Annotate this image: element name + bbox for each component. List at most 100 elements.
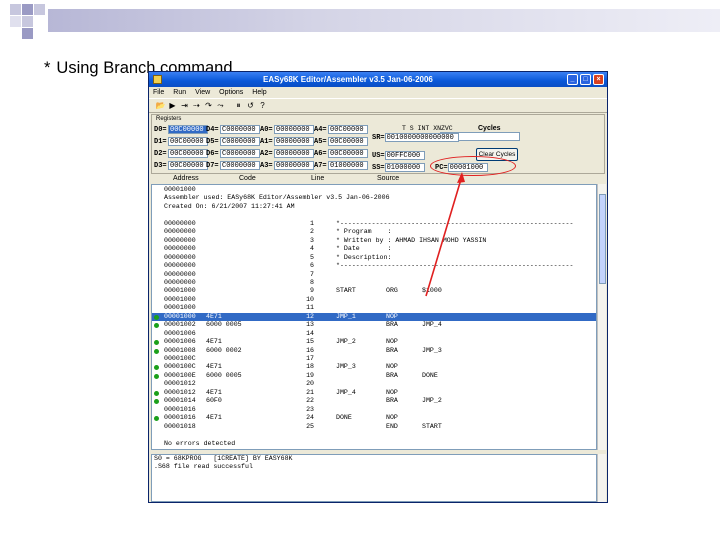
register-label: D0=	[154, 126, 167, 134]
listing-line[interactable]: 00001012 20	[152, 380, 596, 388]
register-value[interactable]: 00000000	[274, 149, 314, 158]
listing-line[interactable]: 00000000 7	[152, 271, 596, 279]
us-value[interactable]: 00FFC000	[384, 151, 425, 160]
register-value[interactable]: 00C00000	[328, 149, 368, 158]
listing-line[interactable]: 00000000 2 * Program :	[152, 228, 596, 236]
listing-line[interactable]: 00001000 10	[152, 296, 596, 304]
listing-addr: No errors detected	[164, 439, 236, 447]
listing-line[interactable]: 00000000 6 *------------------------------…	[152, 262, 596, 270]
breakpoint-dot-icon[interactable]	[154, 323, 159, 329]
menu-item-help[interactable]: Help	[252, 89, 266, 96]
register-d4: D4= C0000000	[206, 125, 268, 134]
column-header-source[interactable]: Source	[377, 174, 399, 184]
slide-header-bar	[48, 9, 720, 32]
register-value[interactable]: 01000000	[328, 161, 368, 170]
listing-line[interactable]: 00001000 9 START ORG $1000	[152, 287, 596, 295]
minimize-button[interactable]: _	[567, 74, 578, 85]
close-button[interactable]: ×	[593, 74, 604, 85]
column-header-code[interactable]: Code	[239, 174, 256, 184]
listing-line[interactable]: 00000000 4 * Date :	[152, 245, 596, 253]
scroll-thumb[interactable]	[599, 194, 606, 284]
step-icon[interactable]: ⇥	[179, 101, 190, 111]
register-value[interactable]: C0000000	[220, 125, 260, 134]
column-header-line[interactable]: Line	[311, 174, 324, 184]
step-over-icon[interactable]: ↷	[203, 101, 214, 111]
register-value[interactable]: 00C00000	[168, 125, 208, 134]
register-value[interactable]: 00C00000	[328, 137, 368, 146]
listing-line[interactable]: 00001016 23	[152, 406, 596, 414]
register-value[interactable]: C0000000	[220, 161, 260, 170]
listing-line[interactable]: 0000100C 17	[152, 355, 596, 363]
listing-line[interactable]	[152, 431, 596, 439]
listing-scrollbar[interactable]	[597, 184, 606, 450]
listing-op: BRA	[386, 371, 398, 379]
listing-line[interactable]: 0000100C 4E71 18 JMP_3 NOP	[152, 363, 596, 371]
breakpoint-dot-icon[interactable]	[154, 314, 159, 320]
register-value[interactable]: C0000000	[220, 137, 260, 146]
column-header-address[interactable]: Address	[173, 174, 199, 184]
open-icon[interactable]: 📂	[155, 101, 166, 111]
register-value[interactable]: 00C00000	[168, 161, 208, 170]
listing-line[interactable]: 00001016 4E71 24 DONE NOP	[152, 414, 596, 422]
annotation-ellipse	[430, 156, 516, 176]
register-value[interactable]: 00C00000	[328, 125, 368, 134]
breakpoint-dot-icon[interactable]	[154, 348, 159, 354]
breakpoint-dot-icon[interactable]	[154, 365, 159, 371]
maximize-button[interactable]: □	[580, 74, 591, 85]
listing-line[interactable]: 00000000 5 * Description:	[152, 254, 596, 262]
register-value[interactable]: 00C00000	[168, 137, 208, 146]
run-to-cursor-icon[interactable]: ⤳	[215, 101, 226, 111]
trace-icon[interactable]: ⇢	[191, 101, 202, 111]
listing-line[interactable]: 00000000 3 * Written by : AHMAD IHSAN MOHD…	[152, 237, 596, 245]
breakpoint-dot-icon[interactable]	[154, 416, 159, 422]
register-value[interactable]: 00000000	[274, 125, 314, 134]
listing-addr: 00001002	[164, 321, 196, 329]
listing-line[interactable]: 00001006 14	[152, 330, 596, 338]
listing-op: NOP	[386, 338, 398, 346]
listing-addr: 00001000	[164, 186, 196, 193]
menu-item-file[interactable]: File	[153, 89, 164, 96]
listing-line[interactable]	[152, 211, 596, 219]
listing-code: 4E71	[206, 414, 222, 422]
listing-code: 60F0	[206, 397, 222, 405]
message-scrollbar[interactable]	[597, 454, 606, 502]
register-value[interactable]: 00000000	[274, 161, 314, 170]
listing-line[interactable]: 0000100E 6000 0005 19 BRA DONE	[152, 372, 596, 380]
listing-label: JMP_2	[336, 338, 356, 346]
rewind-icon[interactable]: ↺	[245, 101, 256, 111]
listing-line[interactable]: 00001014 60F0 22 BRA JMP_2	[152, 397, 596, 405]
listing-line[interactable]: 00001000 4E71 12 JMP_1 NOP	[152, 312, 596, 322]
menu-item-view[interactable]: View	[195, 89, 210, 96]
breakpoint-dot-icon[interactable]	[154, 373, 159, 379]
listing-line[interactable]: 00001006 4E71 15 JMP_2 NOP	[152, 338, 596, 346]
listing-line[interactable]: 00000000 1 *------------------------------…	[152, 220, 596, 228]
breakpoint-dot-icon[interactable]	[154, 340, 159, 346]
listing-line[interactable]: 00001002 6000 0005 13 BRA JMP_4	[152, 321, 596, 329]
breakpoint-dot-icon[interactable]	[154, 390, 159, 396]
sr-value[interactable]: 0010000000000000	[384, 133, 459, 142]
listing-line[interactable]: 00000000 8	[152, 279, 596, 287]
register-a4: A4= 00C00000	[314, 125, 376, 134]
listing-line[interactable]: No errors detected	[152, 440, 596, 448]
source-listing[interactable]: 00001000 Assembler used: EASy68K Editor/A…	[151, 184, 597, 450]
menu-item-options[interactable]: Options	[219, 89, 243, 96]
register-label: A2=	[260, 150, 273, 158]
breakpoint-dot-icon[interactable]	[154, 399, 159, 405]
menu-item-run[interactable]: Run	[173, 89, 186, 96]
listing-line[interactable]: Created On: 6/21/2007 11:27:41 AM	[152, 203, 596, 211]
listing-line[interactable]: 00001008 6000 0002 16 BRA JMP_3	[152, 347, 596, 355]
listing-line[interactable]: 00001018 25 END START	[152, 423, 596, 431]
listing-line[interactable]: Assembler used: EASy68K Editor/Assembler…	[152, 194, 596, 202]
decor-square	[22, 16, 33, 27]
listing-line[interactable]: 00001000	[152, 186, 596, 194]
listing-line[interactable]: 00001000 11	[152, 304, 596, 312]
listing-line[interactable]: 00001012 4E71 21 JMP_4 NOP	[152, 389, 596, 397]
pause-icon[interactable]: ⏸	[233, 101, 244, 111]
listing-addr: 00001008	[164, 346, 196, 354]
help-icon[interactable]: ?	[257, 101, 268, 111]
ss-value[interactable]: 01000000	[384, 163, 425, 172]
run-icon[interactable]: ▶	[167, 101, 178, 111]
register-value[interactable]: 00C00000	[168, 149, 208, 158]
register-value[interactable]: C0000000	[220, 149, 260, 158]
register-value[interactable]: 00000000	[274, 137, 314, 146]
